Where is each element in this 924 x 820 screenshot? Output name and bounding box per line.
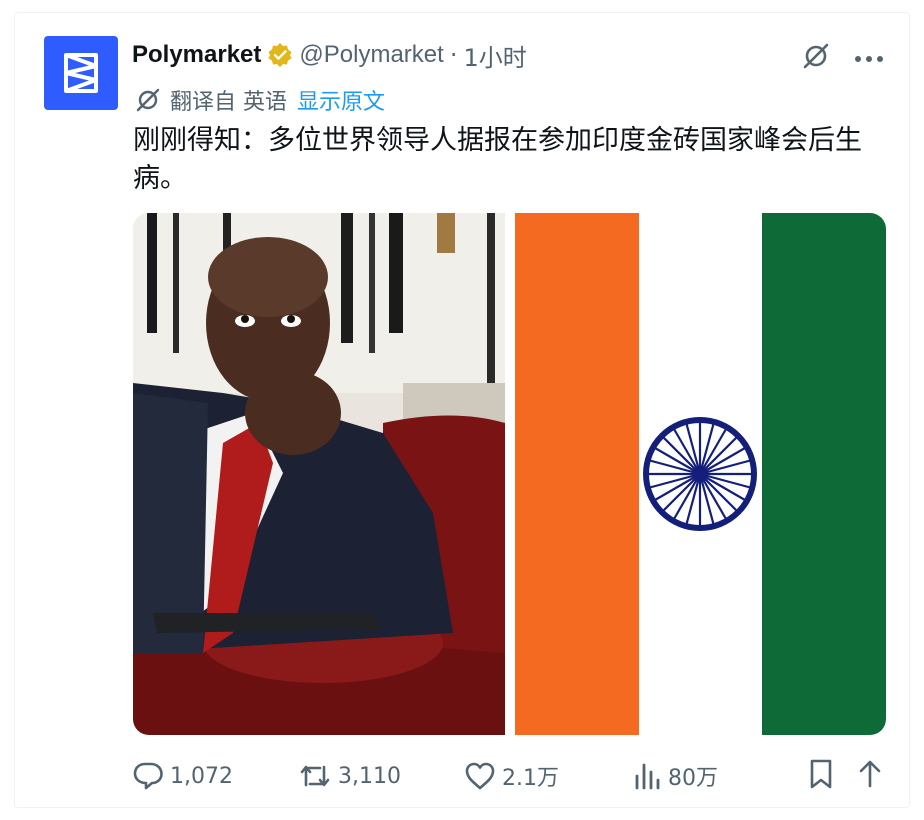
polymarket-logo-icon bbox=[64, 53, 98, 93]
like-count: 2.1万 bbox=[502, 766, 559, 791]
post-text: 刚刚得知：多位世界领导人据报在参加印度金砖国家峰会后生病。 bbox=[133, 125, 862, 194]
ashoka-chakra-icon bbox=[643, 417, 757, 531]
author-name[interactable]: Polymarket bbox=[132, 41, 261, 69]
leader-photo[interactable] bbox=[133, 213, 505, 735]
flag-green-band bbox=[762, 213, 886, 735]
verified-badge-icon bbox=[267, 42, 293, 68]
bookmark-icon[interactable] bbox=[808, 758, 834, 794]
reply-button[interactable]: 1,072 bbox=[132, 761, 298, 791]
show-original-link[interactable]: 显示原文 bbox=[297, 84, 385, 116]
view-count: 80万 bbox=[668, 766, 718, 791]
india-flag-image[interactable] bbox=[515, 213, 886, 735]
reply-icon bbox=[133, 762, 163, 790]
flag-saffron-band bbox=[515, 213, 639, 735]
post-top-actions bbox=[800, 40, 884, 76]
like-button[interactable]: 2.1万 bbox=[464, 760, 632, 792]
avatar[interactable] bbox=[44, 36, 118, 110]
views-icon bbox=[635, 763, 660, 790]
views-button[interactable]: 80万 bbox=[632, 760, 772, 792]
translation-label: 翻译自 英语 bbox=[170, 90, 287, 115]
post-tail-actions bbox=[808, 758, 884, 794]
post-time[interactable]: 1小时 bbox=[463, 38, 526, 73]
repost-count: 3,110 bbox=[338, 763, 401, 789]
share-icon[interactable] bbox=[856, 758, 884, 794]
author-handle[interactable]: @Polymarket bbox=[299, 41, 443, 69]
post-media bbox=[133, 213, 886, 735]
more-icon[interactable] bbox=[854, 49, 884, 68]
grok-icon[interactable] bbox=[800, 40, 832, 76]
post-header: Polymarket @Polymarket · 1小时 bbox=[132, 37, 527, 73]
like-icon bbox=[465, 762, 495, 790]
translation-note: 翻译自 英语 显示原文 bbox=[134, 84, 385, 116]
translate-icon bbox=[134, 86, 162, 114]
post-actions: 1,072 3,110 2.1万 80万 bbox=[132, 756, 884, 796]
separator: · bbox=[449, 41, 458, 69]
reply-count: 1,072 bbox=[170, 763, 233, 789]
repost-icon bbox=[300, 765, 330, 787]
repost-button[interactable]: 3,110 bbox=[298, 761, 464, 791]
leader-photo-image bbox=[133, 213, 505, 735]
